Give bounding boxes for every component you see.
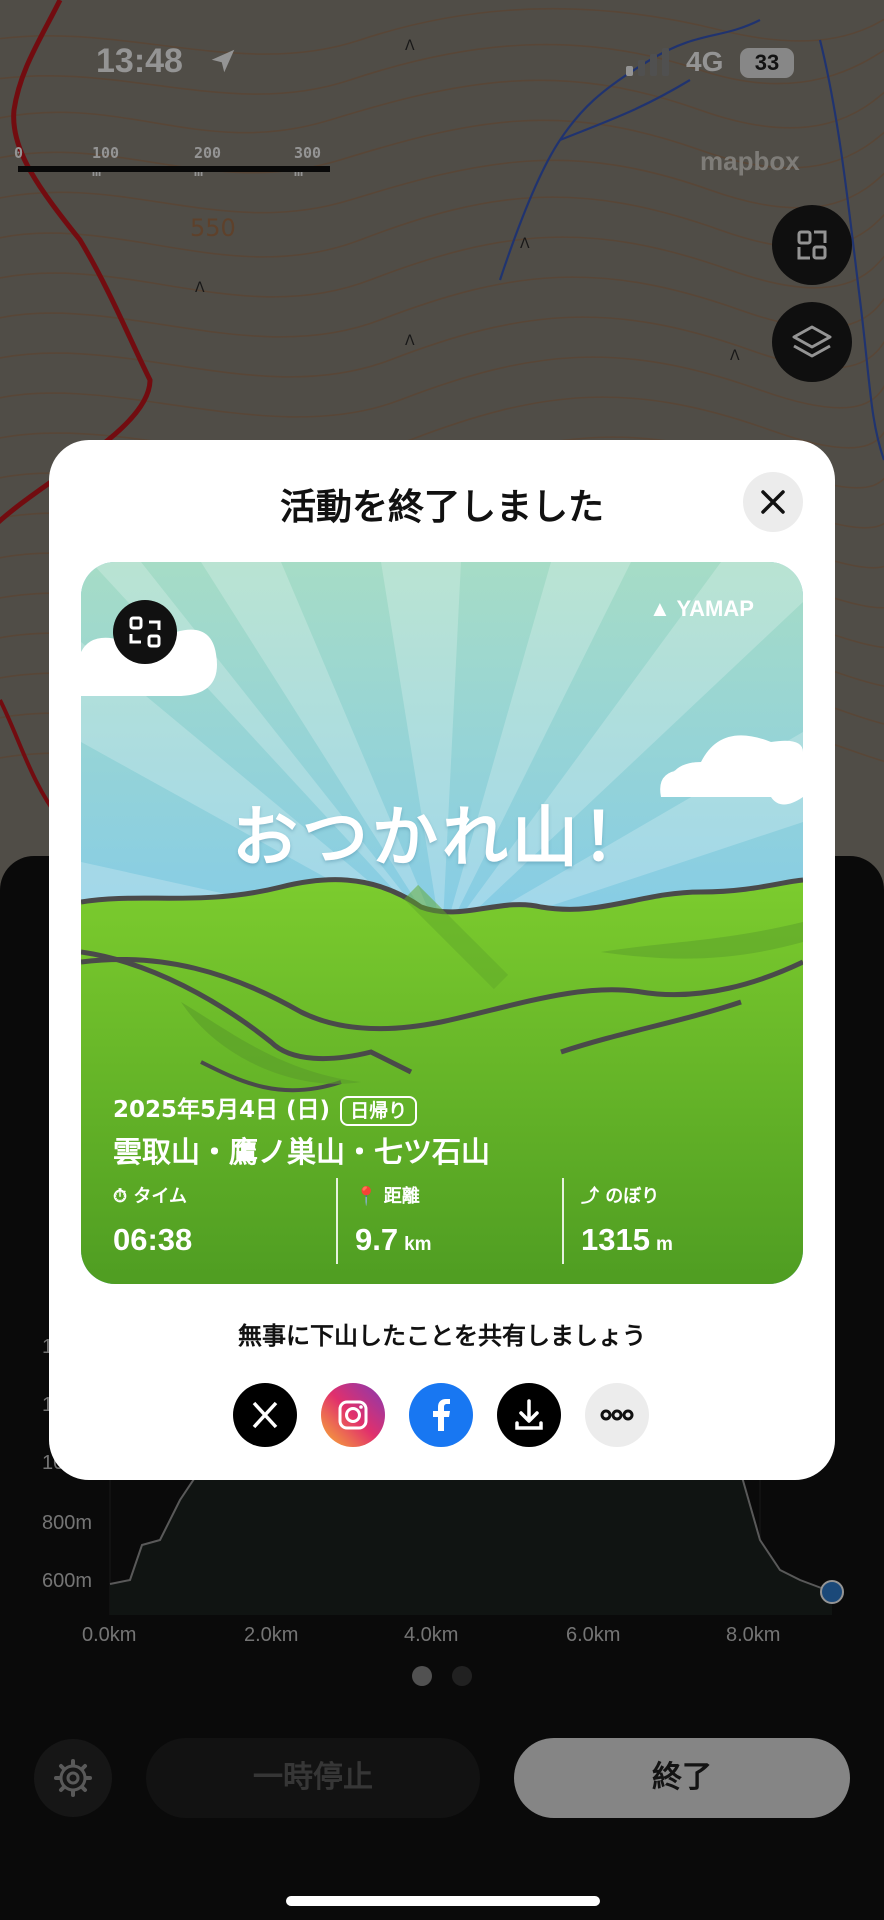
home-indicator[interactable] [286,1896,600,1906]
share-facebook-button[interactable] [409,1383,473,1447]
close-button[interactable] [743,472,803,532]
activity-date: 2025年5月4日 (日) 日帰り [113,1090,418,1126]
dialog-title: 活動を終了しました [279,487,604,528]
instagram-icon [338,1400,368,1430]
greeting-text: おつかれ山！ [232,799,652,876]
close-icon [761,490,785,514]
route-pin-icon: 📍 [355,1186,378,1207]
summary-card: ▲ YAMAP おつかれ山！ 2025年5月4日 (日) 日帰り 雲取山・鷹ノ巣山… [81,562,803,1284]
x-icon [252,1401,278,1429]
share-instagram-button[interactable] [321,1383,385,1447]
stat-distance: 📍 距離 9.7 km [355,1186,432,1257]
more-icon [600,1409,634,1421]
share-prompt: 無事に下山したことを共有しましょう [238,1322,646,1350]
stat-divider [336,1178,338,1264]
facebook-icon [433,1399,450,1431]
mountain-names: 雲取山・鷹ノ巣山・七ツ石山 [113,1135,491,1169]
stat-time: ⏱ タイム 06:38 [113,1186,193,1257]
yamap-logo: ▲ YAMAP [649,596,754,621]
swap-icon [129,616,161,648]
stat-divider [562,1178,564,1264]
download-icon [515,1399,543,1430]
stat-ascent: ⤴ のぼり 1315 m [581,1186,673,1257]
card-illustration [81,562,803,1284]
stopwatch-icon: ⏱ [113,1186,128,1207]
activity-complete-dialog: 活動を終了しました ▲ YAMAP おつかれ山！ 2025年5月4日 (日) 日… [49,440,835,1480]
download-button[interactable] [497,1383,561,1447]
more-share-button[interactable] [585,1383,649,1447]
share-x-button[interactable] [233,1383,297,1447]
ascent-icon: ⤴ [581,1186,599,1207]
trip-type-badge: 日帰り [340,1096,418,1126]
swap-template-button[interactable] [113,600,177,664]
